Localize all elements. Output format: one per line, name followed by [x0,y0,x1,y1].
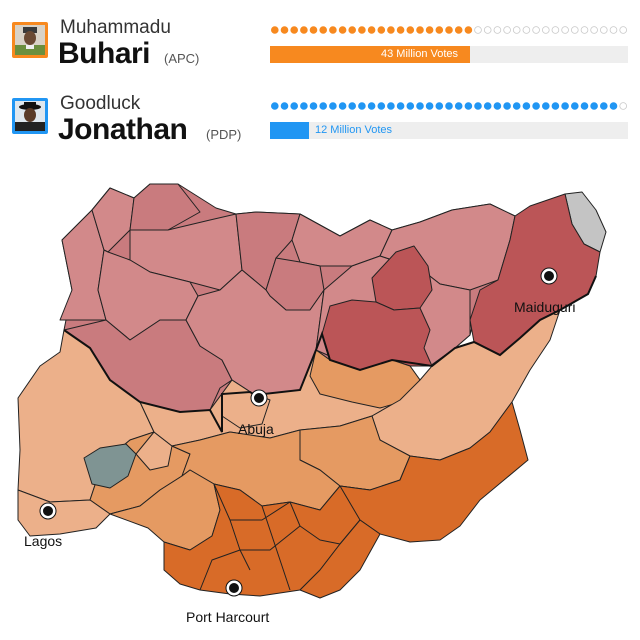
vote-dot-filled [387,102,395,110]
candidate-row-buhari: Muhammadu Buhari (APC) 43 Million Votes [12,16,628,76]
vote-dot-filled [445,102,453,110]
vote-dot-filled [522,102,531,110]
vote-dot-filled [338,26,347,34]
vote-dot-filled [338,102,347,110]
vote-dot-filled [532,102,540,110]
vote-dot-filled [309,102,318,110]
vote-dot-filled [348,26,356,34]
vote-dot-empty [551,26,560,34]
vote-dot-filled [561,102,569,110]
vote-dot-filled [396,102,405,110]
vote-dot-empty [493,26,502,34]
candidate-first-name: Muhammadu [60,17,171,38]
vote-dot-filled [358,26,366,34]
vote-dot-filled [377,26,386,34]
vote-dot-filled [280,26,289,34]
vote-dot-filled [464,102,473,110]
vote-dot-filled [406,26,415,34]
vote-dot-filled [329,102,337,110]
vote-dot-filled [309,26,318,34]
state-bauchi[interactable] [321,299,433,371]
vote-dot-empty [522,26,531,34]
vote-dot-filled [358,102,366,110]
city-label-abuja: Abuja [238,421,274,437]
nigeria-results-map: Abuja Lagos Maiduguri Port Harcourt [17,183,607,625]
vote-dot-empty [512,26,521,34]
vote-dot-filled [348,102,356,110]
candidate-party: (APC) [164,51,200,66]
candidate-row-jonathan: Goodluck Jonathan (PDP) 12 Million Votes [12,92,628,152]
vote-dot-filled [483,102,492,110]
vote-dot-filled [406,102,415,110]
vote-dot-filled [416,26,424,34]
candidate-portrait-icon [12,22,48,58]
vote-dot-filled [580,102,589,110]
vote-dot-filled [599,102,608,110]
vote-dot-empty [570,26,579,34]
vote-dot-empty [541,26,550,34]
vote-dot-filled [435,26,444,34]
vote-dot-empty [561,26,569,34]
vote-dot-empty [532,26,540,34]
vote-dot-filled [425,26,434,34]
vote-dot-filled [271,26,279,34]
vote-dot-empty [599,26,608,34]
vote-dot-filled [493,102,502,110]
vote-dots-buhari [271,26,628,34]
candidate-party: (PDP) [206,127,242,142]
vote-dot-filled [300,26,308,34]
vote-dot-filled [445,26,453,34]
vote-dot-filled [474,102,482,110]
city-label-lagos: Lagos [24,533,62,549]
vote-dot-filled [454,26,463,34]
vote-dot-empty [503,26,511,34]
vote-dot-filled [464,26,473,34]
vote-dot-filled [551,102,560,110]
vote-dot-filled [319,26,327,34]
vote-count-label: 43 Million Votes [381,48,459,60]
vote-count-label: 12 Million Votes [315,124,393,136]
vote-dot-filled [290,26,299,34]
city-label-maiduguri: Maiduguri [514,299,575,315]
vote-dot-filled [319,102,327,110]
vote-dot-filled [503,102,511,110]
vote-dot-filled [300,102,308,110]
vote-dot-filled [280,102,289,110]
vote-dot-filled [570,102,579,110]
vote-dot-filled [435,102,444,110]
vote-dot-filled [377,102,386,110]
vote-dot-empty [619,102,628,110]
vote-dot-filled [387,26,395,34]
vote-dot-empty [609,26,618,34]
candidate-last-name: Buhari [58,37,151,70]
vote-dot-empty [580,26,589,34]
vote-dot-filled [512,102,521,110]
candidate-last-name: Jonathan [58,113,188,146]
vote-dot-filled [590,102,598,110]
vote-dot-empty [590,26,598,34]
vote-dot-filled [609,102,618,110]
vote-dot-filled [271,102,279,110]
city-label-port-harcourt: Port Harcourt [186,609,269,625]
vote-dot-filled [541,102,550,110]
vote-bar-jonathan: 12 Million Votes [270,122,628,139]
vote-dot-filled [454,102,463,110]
vote-dots-jonathan [271,102,628,110]
vote-bar-buhari: 43 Million Votes [270,46,628,63]
vote-dot-filled [329,26,337,34]
vote-dot-filled [367,102,376,110]
candidate-portrait-icon [12,98,48,134]
vote-dot-filled [396,26,405,34]
vote-dot-empty [619,26,628,34]
vote-dot-empty [474,26,482,34]
vote-dot-filled [367,26,376,34]
vote-dot-filled [290,102,299,110]
vote-bar-fill [270,122,310,139]
vote-dot-empty [483,26,492,34]
candidate-first-name: Goodluck [60,93,141,114]
vote-dot-filled [425,102,434,110]
vote-dot-filled [416,102,424,110]
